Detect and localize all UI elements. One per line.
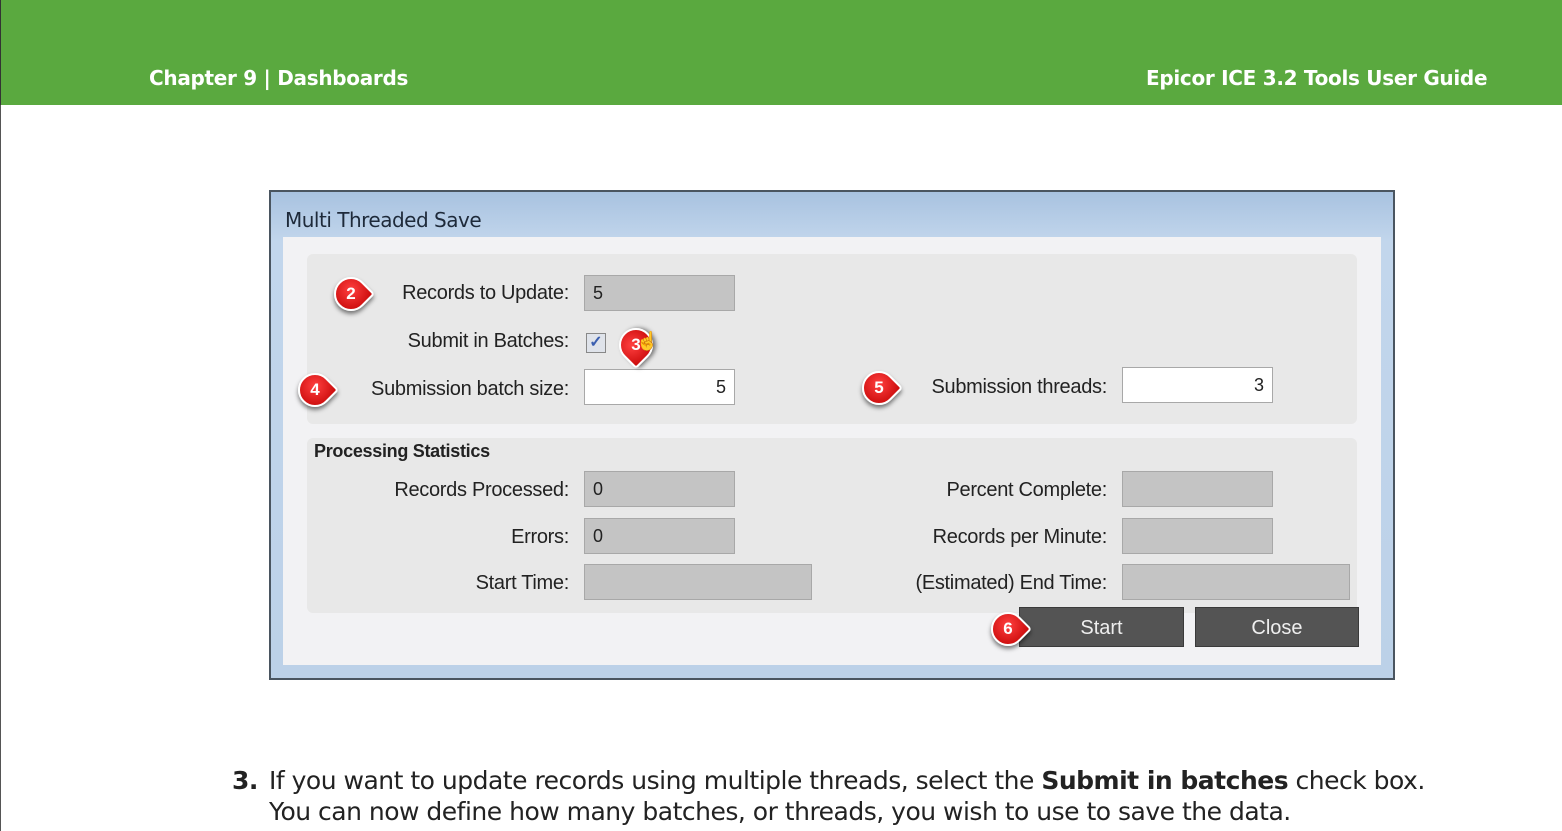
processing-statistics-title: Processing Statistics — [314, 441, 490, 461]
step-text-pre: If you want to update records using mult… — [269, 766, 1042, 795]
submission-threads-label: Submission threads: — [931, 376, 1107, 398]
records-per-minute-label: Records per Minute: — [932, 526, 1108, 548]
start-time-label: Start Time: — [475, 572, 570, 594]
percent-complete-field — [1122, 471, 1273, 507]
submit-in-batches-checkbox[interactable]: ✓ — [586, 333, 606, 353]
step-paragraph: 3. If you want to update records using m… — [232, 765, 1462, 827]
callout-number: 5 — [874, 378, 884, 397]
errors-field: 0 — [584, 518, 735, 554]
step-number: 3. — [232, 766, 258, 795]
percent-complete-label: Percent Complete: — [946, 479, 1107, 501]
callout-number: 6 — [1003, 619, 1013, 638]
submission-threads-input[interactable]: 3 — [1122, 367, 1273, 403]
batch-size-label: Submission batch size: — [371, 378, 569, 400]
start-time-field — [584, 564, 812, 600]
records-to-update-field: 5 — [584, 275, 735, 311]
chapter-title: Chapter 9 | Dashboards — [149, 66, 409, 90]
submit-in-batches-label: Submit in Batches: — [407, 330, 570, 352]
start-button[interactable]: Start — [1019, 607, 1184, 647]
end-time-field — [1122, 564, 1350, 600]
page-header: Chapter 9 | Dashboards Epicor ICE 3.2 To… — [0, 0, 1562, 105]
records-processed-field: 0 — [584, 471, 735, 507]
records-to-update-label: Records to Update: — [402, 282, 569, 304]
guide-title: Epicor ICE 3.2 Tools User Guide — [1146, 66, 1488, 90]
hand-cursor-icon: ☝ — [636, 331, 659, 351]
dialog-title: Multi Threaded Save — [285, 208, 482, 232]
records-processed-label: Records Processed: — [394, 479, 569, 501]
step-text-bold: Submit in batches — [1041, 766, 1289, 795]
batch-size-input[interactable]: 5 — [584, 369, 735, 405]
records-per-minute-field — [1122, 518, 1273, 554]
end-time-label: (Estimated) End Time: — [915, 572, 1107, 594]
close-button[interactable]: Close — [1195, 607, 1359, 647]
errors-label: Errors: — [511, 526, 569, 548]
step-text: If you want to update records using mult… — [269, 765, 1462, 827]
callout-number: 4 — [310, 380, 320, 399]
page-border — [0, 105, 1, 831]
callout-number: 2 — [346, 284, 356, 303]
